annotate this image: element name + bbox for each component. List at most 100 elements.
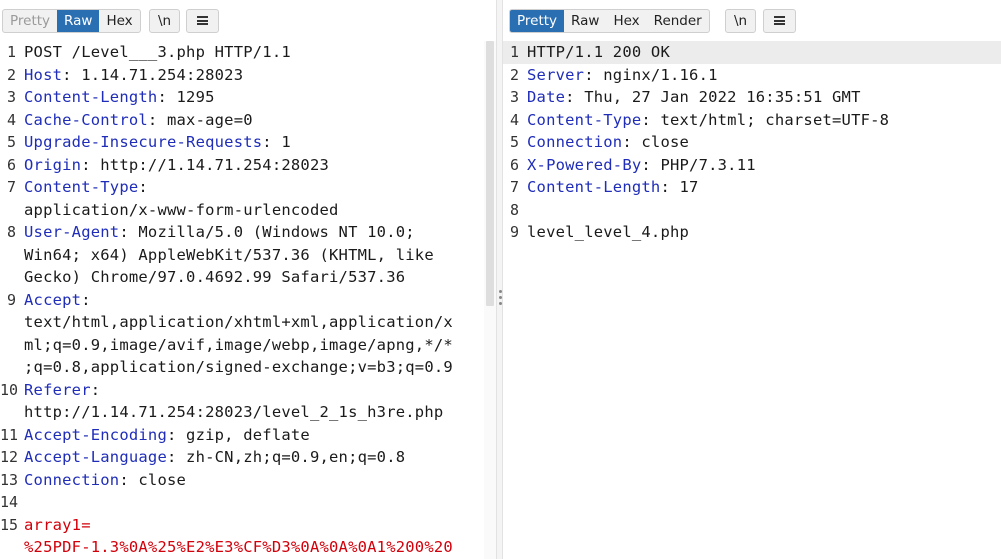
text-segment: http://1.14.71.254:28023/level_2_1s_h3re… [24,403,444,421]
line-number: 14 [0,493,19,511]
line-number: 15 [0,515,19,534]
text-segment: : max-age=0 [147,110,253,129]
header-name: Accept [24,290,82,309]
text-segment: HTTP/1.1 200 OK [527,43,670,61]
pane-divider[interactable] [496,0,503,559]
header-name: Accept-Encoding [24,425,167,444]
response-line: 2 Server: nginx/1.16.1 [503,64,1001,87]
text-segment: : [81,290,91,309]
response-tab-render[interactable]: Render [647,10,709,32]
request-line-text: ;q=0.8,application/signed-exchange;v=b3;… [24,356,453,379]
request-line-text: Win64; x64) AppleWebKit/537.36 (KHTML, l… [24,244,434,267]
header-name: Server [527,65,585,84]
request-line-text: Accept-Language: zh-CN,zh;q=0.9,en;q=0.8 [24,446,405,469]
line-number: 10 [0,380,19,399]
request-line: http://1.14.71.254:28023/level_2_1s_h3re… [0,401,496,424]
request-scrollbar-thumb[interactable] [486,41,494,306]
text-segment: application/x-www-form-urlencoded [24,200,339,219]
response-line: 1 HTTP/1.1 200 OK [503,41,1001,64]
text-segment: : zh-CN,zh;q=0.9,en;q=0.8 [166,448,406,466]
request-tab-hex[interactable]: Hex [99,10,139,32]
text-segment: : Thu, 27 Jan 2022 16:35:51 GMT [565,88,861,106]
request-line-text: Connection: close [24,469,186,492]
text-segment: : Mozilla/5.0 (Windows NT 10.0; [119,223,415,241]
text-segment: : 1.14.71.254:28023 [62,65,244,84]
header-name: Content-Type [24,178,139,196]
request-editor[interactable]: 1 POST /Level___3.php HTTP/1.1 2 Host: 1.14… [0,41,496,559]
response-line: 6 X-Powered-By: PHP/7.3.11 [503,154,1001,177]
request-line: 15 array1= [0,514,496,537]
menu-icon [774,16,785,25]
body-param: %25PDF-1.3%0A%25%E2%E3%CF%D3%0A%0A%0A1%2… [24,538,453,556]
text-segment: level_level_4.php [527,223,690,241]
line-number: 3 [6,88,16,106]
request-line: %25PDF-1.3%0A%25%E2%E3%CF%D3%0A%0A%0A1%2… [0,536,496,559]
header-name: Upgrade-Insecure-Requests [24,133,263,151]
request-line: 11 Accept-Encoding: gzip, deflate [0,424,496,447]
text-segment: : text/html; charset=UTF-8 [641,110,890,129]
grip-dot-icon [499,290,502,293]
request-line: Win64; x64) AppleWebKit/537.36 (KHTML, l… [0,244,496,267]
request-tab-pretty[interactable]: Pretty [3,10,57,32]
line-number: 6 [6,155,16,174]
request-line: 1 POST /Level___3.php HTTP/1.1 [0,41,496,64]
header-name: Content-Length [527,178,661,196]
line-number: 6 [509,155,519,174]
request-line: 8 User-Agent: Mozilla/5.0 (Windows NT 10.… [0,221,496,244]
response-tab-hex[interactable]: Hex [606,10,646,32]
request-line: text/html,application/xhtml+xml,applicat… [0,311,496,334]
line-number: 1 [509,43,519,61]
response-options-button[interactable] [763,9,796,33]
request-line: 4 Cache-Control: max-age=0 [0,109,496,132]
request-line: 7 Content-Type: [0,176,496,199]
response-line: 5 Connection: close [503,131,1001,154]
request-options-button[interactable] [186,9,219,33]
header-name: Content-Length [24,88,158,106]
response-tab-raw[interactable]: Raw [564,10,606,32]
line-number: 7 [6,178,16,196]
line-number: 9 [509,223,519,241]
text-segment: : 17 [660,178,699,196]
line-number: 11 [0,425,19,444]
request-line: 12 Accept-Language: zh-CN,zh;q=0.9,en;q=0… [0,446,496,469]
line-number: 12 [0,448,19,466]
request-line: 3 Content-Length: 1295 [0,86,496,109]
response-newline-toggle[interactable]: \n [725,9,756,33]
header-name: Origin [24,155,82,174]
request-line: 9 Accept: [0,289,496,312]
request-tab-raw[interactable]: Raw [57,10,100,32]
response-editor[interactable]: 1 HTTP/1.1 200 OK 2 Server: nginx/1.16.1 3 Da… [503,41,1001,559]
text-segment: : [138,178,148,196]
line-number: 1 [6,43,16,61]
header-name: Accept-Language [24,448,167,466]
text-segment: : nginx/1.16.1 [584,65,718,84]
request-view-tabs: Pretty Raw Hex [2,9,141,33]
response-line-text: Content-Length: 17 [527,176,699,199]
text-segment: : close [119,470,187,489]
text-segment: : PHP/7.3.11 [641,155,756,174]
response-pane: Pretty Raw Hex Render \n 1 HTTP/1.1 200 O… [503,0,1001,559]
request-line-text: Accept-Encoding: gzip, deflate [24,424,310,447]
request-line: application/x-www-form-urlencoded [0,199,496,222]
request-line-text: array1= [24,514,91,537]
text-segment: Win64; x64) AppleWebKit/537.36 (KHTML, l… [24,245,434,264]
response-view-tabs: Pretty Raw Hex Render [509,9,710,33]
text-segment: ml;q=0.9,image/avif,image/webp,image/apn… [24,335,453,354]
request-line-text: User-Agent: Mozilla/5.0 (Windows NT 10.0… [24,221,415,244]
request-line: 10 Referer: [0,379,496,402]
request-pane: Pretty Raw Hex \n 1 POST /Level___3.php H… [0,0,496,559]
request-line-text: Upgrade-Insecure-Requests: 1 [24,131,291,154]
request-line-text: POST /Level___3.php HTTP/1.1 [24,41,291,64]
request-newline-toggle[interactable]: \n [149,9,180,33]
text-segment: : close [622,133,690,151]
request-line-text: Referer: [24,379,100,402]
response-line-text: X-Powered-By: PHP/7.3.11 [527,154,756,177]
request-line-text: Gecko) Chrome/97.0.4692.99 Safari/537.36 [24,266,405,289]
request-line: Gecko) Chrome/97.0.4692.99 Safari/537.36 [0,266,496,289]
request-scrollbar[interactable] [484,41,496,559]
text-segment: : 1295 [157,88,215,106]
response-tab-pretty[interactable]: Pretty [510,10,565,32]
grip-dot-icon [499,302,502,305]
request-line-text: Host: 1.14.71.254:28023 [24,64,243,87]
header-name: Connection [24,470,120,489]
